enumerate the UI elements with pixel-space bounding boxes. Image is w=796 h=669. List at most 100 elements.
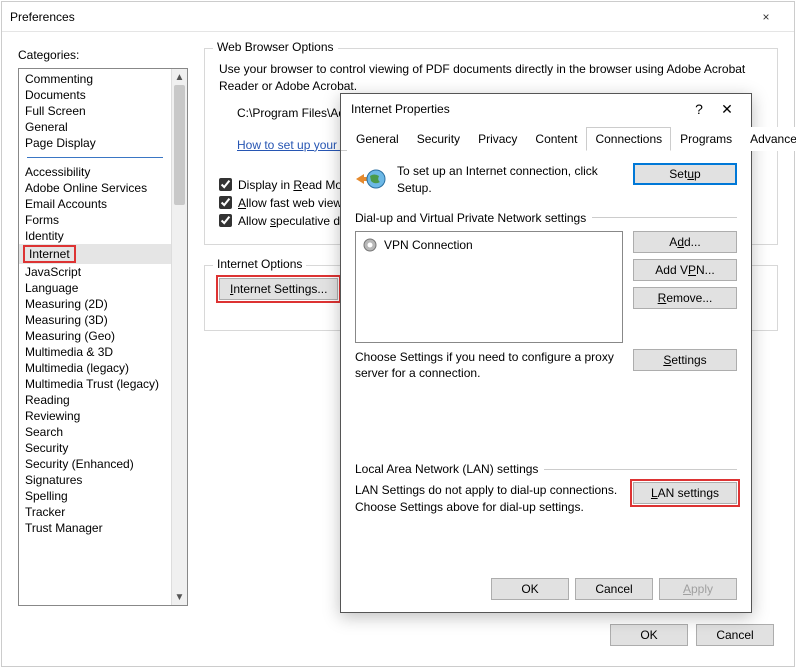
category-item[interactable]: Forms xyxy=(19,212,171,228)
category-item[interactable]: Reading xyxy=(19,392,171,408)
checkbox-label: Display in Read Mode xyxy=(238,178,355,192)
category-item[interactable]: Measuring (2D) xyxy=(19,296,171,312)
proxy-info-text: Choose Settings if you need to configure… xyxy=(355,349,623,383)
category-item[interactable]: Multimedia (legacy) xyxy=(19,360,171,376)
scroll-thumb[interactable] xyxy=(174,85,185,205)
category-item[interactable]: Spelling xyxy=(19,488,171,504)
add-vpn-button[interactable]: Add VPN... xyxy=(633,259,737,281)
category-item[interactable]: Multimedia Trust (legacy) xyxy=(19,376,171,392)
checkbox-input[interactable] xyxy=(219,214,232,227)
category-item[interactable]: Identity xyxy=(19,228,171,244)
globe-arrow-icon xyxy=(355,163,387,195)
categories-panel: Categories: CommentingDocumentsFull Scre… xyxy=(18,48,188,596)
tab-advanced[interactable]: Advanced xyxy=(741,127,796,151)
categories-label: Categories: xyxy=(18,48,188,62)
lan-info-text: LAN Settings do not apply to dial-up con… xyxy=(355,482,623,516)
category-item[interactable]: Search xyxy=(19,424,171,440)
category-item[interactable]: Language xyxy=(19,280,171,296)
category-item[interactable]: Signatures xyxy=(19,472,171,488)
ip-titlebar: Internet Properties ? ✕ xyxy=(341,94,751,124)
setup-button[interactable]: Setup xyxy=(633,163,737,185)
category-item[interactable]: Commenting xyxy=(19,71,171,87)
ip-dialog-buttons: OK Cancel Apply xyxy=(491,578,737,600)
category-item[interactable]: JavaScript xyxy=(19,264,171,280)
category-item[interactable]: Security (Enhanced) xyxy=(19,456,171,472)
category-item[interactable]: Accessibility xyxy=(19,164,171,180)
category-item[interactable]: Trust Manager xyxy=(19,520,171,536)
checkbox-label: Allow fast web view xyxy=(238,196,342,210)
tab-programs[interactable]: Programs xyxy=(671,127,741,151)
checkbox-input[interactable] xyxy=(219,196,232,209)
category-item[interactable]: Full Screen xyxy=(19,103,171,119)
connections-area: VPN Connection Add... Add VPN... Remove.… xyxy=(355,231,737,343)
scroll-up-icon[interactable]: ▲ xyxy=(172,69,187,85)
web-desc-line2: Reader or Adobe Acrobat. xyxy=(219,79,357,93)
proxy-row: Choose Settings if you need to configure… xyxy=(355,349,737,383)
category-item-selected[interactable]: Internet xyxy=(23,245,76,263)
category-item[interactable]: Documents xyxy=(19,87,171,103)
category-item[interactable]: Page Display xyxy=(19,135,171,151)
ip-tabstrip: GeneralSecurityPrivacyContentConnections… xyxy=(341,126,751,151)
category-item[interactable]: General xyxy=(19,119,171,135)
list-item[interactable]: VPN Connection xyxy=(360,236,618,254)
group-label-row: Local Area Network (LAN) settings xyxy=(355,462,737,476)
preferences-titlebar: Preferences × xyxy=(2,2,794,32)
divider xyxy=(592,217,737,218)
lan-settings-button[interactable]: LAN settings xyxy=(633,482,737,504)
checkbox-input[interactable] xyxy=(219,178,232,191)
category-item[interactable]: Internet xyxy=(19,244,171,264)
category-item[interactable]: Tracker xyxy=(19,504,171,520)
category-item[interactable]: Email Accounts xyxy=(19,196,171,212)
category-item[interactable]: Multimedia & 3D xyxy=(19,344,171,360)
category-item[interactable]: Security xyxy=(19,440,171,456)
ok-button[interactable]: OK xyxy=(491,578,569,600)
tab-security[interactable]: Security xyxy=(408,127,469,151)
ip-title: Internet Properties xyxy=(351,102,685,116)
category-item[interactable]: Measuring (3D) xyxy=(19,312,171,328)
help-icon[interactable]: ? xyxy=(685,101,713,117)
close-icon[interactable]: ✕ xyxy=(713,101,741,118)
tab-privacy[interactable]: Privacy xyxy=(469,127,526,151)
connection-settings-button[interactable]: Settings xyxy=(633,349,737,371)
add-connection-button[interactable]: Add... xyxy=(633,231,737,253)
ok-button[interactable]: OK xyxy=(610,624,688,646)
lan-settings-group: Local Area Network (LAN) settings LAN Se… xyxy=(355,462,737,516)
cancel-button[interactable]: Cancel xyxy=(696,624,774,646)
tab-connections[interactable]: Connections xyxy=(586,127,671,151)
category-item[interactable]: Measuring (Geo) xyxy=(19,328,171,344)
remove-connection-button[interactable]: Remove... xyxy=(633,287,737,309)
group-label-row: Dial-up and Virtual Private Network sett… xyxy=(355,211,737,225)
tab-content[interactable]: Content xyxy=(526,127,586,151)
lan-group-label: Local Area Network (LAN) settings xyxy=(355,462,538,476)
preferences-title: Preferences xyxy=(10,10,746,24)
group-label: Web Browser Options xyxy=(213,40,338,54)
setup-text: To set up an Internet connection, click … xyxy=(397,163,623,197)
categories-items[interactable]: CommentingDocumentsFull ScreenGeneralPag… xyxy=(19,69,171,605)
close-icon[interactable]: × xyxy=(746,7,786,27)
dialup-vpn-group: Dial-up and Virtual Private Network sett… xyxy=(355,211,737,383)
category-divider xyxy=(27,157,163,158)
internet-settings-button[interactable]: Internet Settings... xyxy=(219,278,338,300)
group-label: Internet Options xyxy=(213,257,306,271)
connection-icon xyxy=(362,237,378,253)
preferences-buttons: OK Cancel xyxy=(610,624,774,646)
tab-general[interactable]: General xyxy=(347,127,408,151)
lan-row: LAN Settings do not apply to dial-up con… xyxy=(355,482,737,516)
apply-button[interactable]: Apply xyxy=(659,578,737,600)
category-item[interactable]: Reviewing xyxy=(19,408,171,424)
dialup-group-label: Dial-up and Virtual Private Network sett… xyxy=(355,211,586,225)
scroll-down-icon[interactable]: ▼ xyxy=(172,589,187,605)
internet-properties-dialog: Internet Properties ? ✕ GeneralSecurityP… xyxy=(340,93,752,613)
ip-body: To set up an Internet connection, click … xyxy=(341,151,751,542)
connection-listbox[interactable]: VPN Connection xyxy=(355,231,623,343)
web-desc-line1: Use your browser to control viewing of P… xyxy=(219,62,745,76)
divider xyxy=(544,469,737,470)
web-desc-text: Use your browser to control viewing of P… xyxy=(219,61,763,96)
setup-row: To set up an Internet connection, click … xyxy=(355,163,737,197)
connection-name: VPN Connection xyxy=(384,238,473,252)
category-item[interactable]: Adobe Online Services xyxy=(19,180,171,196)
checkbox-label: Allow speculative dow xyxy=(238,214,355,228)
categories-listbox: CommentingDocumentsFull ScreenGeneralPag… xyxy=(18,68,188,606)
scrollbar[interactable]: ▲ ▼ xyxy=(171,69,187,605)
cancel-button[interactable]: Cancel xyxy=(575,578,653,600)
